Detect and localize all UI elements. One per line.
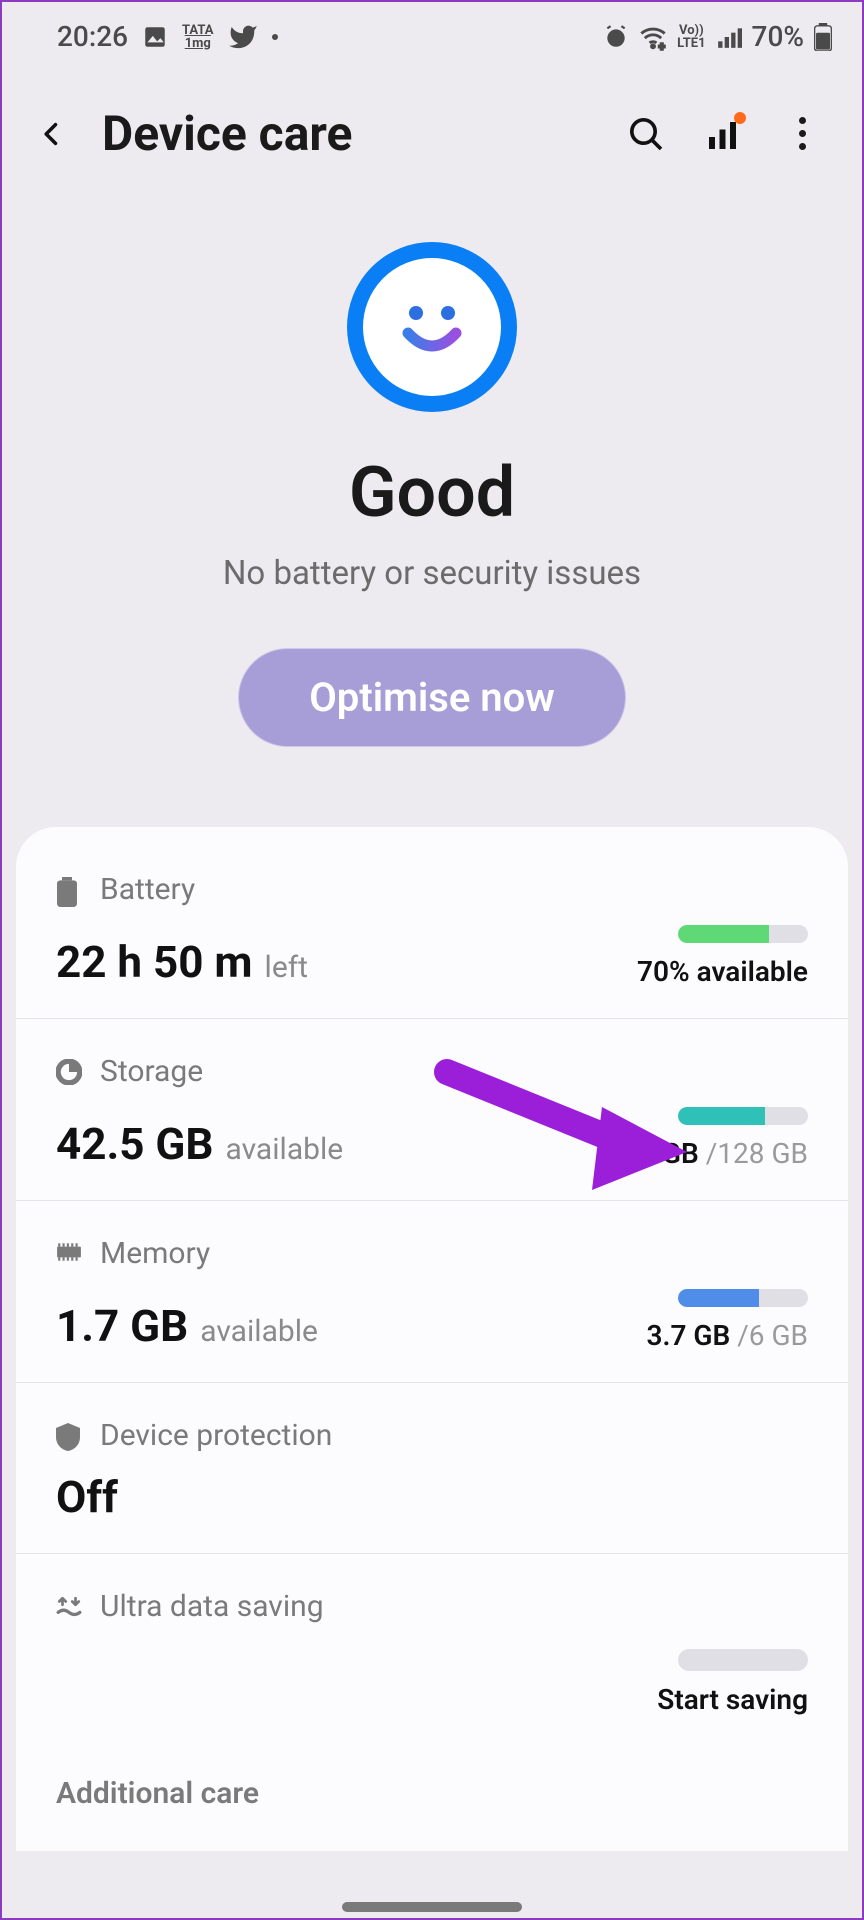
battery-meta: 70% available [637, 955, 808, 988]
storage-bar [678, 1107, 808, 1125]
signal-icon [716, 24, 742, 50]
shield-icon [56, 1423, 82, 1449]
battery-row[interactable]: Battery 22 h 50 m left 70% available [16, 837, 848, 1019]
tata-img-icon: TATA1mg [182, 24, 213, 50]
status-bar: 20:26 TATA1mg + Vo)) LTE1 70% [2, 2, 862, 65]
battery-row-icon [56, 877, 82, 903]
ultra-bar [678, 1649, 808, 1671]
optimise-now-button[interactable]: Optimise now [238, 648, 626, 747]
app-header: Device care [2, 65, 862, 182]
storage-suffix: available [226, 1132, 344, 1167]
battery-percent: 70% [752, 20, 804, 53]
battery-bar [678, 925, 808, 943]
wifi-icon: + [639, 23, 667, 51]
hero-section: Good No battery or security issues Optim… [2, 182, 862, 787]
memory-row[interactable]: Memory 1.7 GB available 3.7 GB /6 GB [16, 1201, 848, 1383]
storage-value: 42.5 GB [56, 1118, 214, 1170]
data-usage-button[interactable] [704, 114, 744, 154]
device-protection-row[interactable]: Device protection Off [16, 1383, 848, 1554]
memory-label: Memory [100, 1236, 210, 1271]
storage-meta: 85.5 GB /128 GB [599, 1137, 808, 1170]
svg-text:+: + [659, 39, 665, 50]
battery-value: 22 h 50 m [56, 936, 253, 988]
status-subtitle: No battery or security issues [42, 554, 822, 593]
status-face-icon [347, 242, 517, 412]
ultra-label: Ultra data saving [100, 1589, 324, 1624]
memory-suffix: available [200, 1314, 318, 1349]
memory-meta: 3.7 GB /6 GB [646, 1319, 808, 1352]
back-button[interactable] [32, 114, 72, 154]
protection-value: Off [56, 1471, 118, 1523]
status-time: 20:26 [57, 20, 128, 53]
more-options-button[interactable] [782, 114, 822, 154]
twitter-icon [228, 22, 258, 52]
ultra-data-saving-row[interactable]: Ultra data saving Start saving [16, 1554, 848, 1746]
page-title: Device care [102, 105, 596, 162]
data-saving-icon [56, 1594, 82, 1620]
storage-row[interactable]: Storage 42.5 GB available 85.5 GB /128 G… [16, 1019, 848, 1201]
protection-label: Device protection [100, 1418, 332, 1453]
memory-bar [678, 1289, 808, 1307]
battery-icon [814, 23, 832, 51]
more-notifications-dot [272, 34, 278, 40]
search-button[interactable] [626, 114, 666, 154]
memory-row-icon [56, 1241, 82, 1267]
storage-label: Storage [100, 1054, 203, 1089]
alarm-icon [603, 24, 629, 50]
additional-care-heading: Additional care [16, 1746, 848, 1811]
battery-label: Battery [100, 872, 195, 907]
notification-dot-icon [734, 112, 746, 124]
details-card: Battery 22 h 50 m left 70% available Sto… [16, 827, 848, 1851]
volte-icon: Vo)) LTE1 [677, 24, 705, 50]
storage-row-icon [56, 1059, 82, 1085]
battery-suffix: left [265, 950, 308, 985]
nav-indicator[interactable] [342, 1902, 522, 1912]
status-heading: Good [42, 452, 822, 534]
start-saving-label: Start saving [657, 1683, 808, 1716]
memory-value: 1.7 GB [56, 1300, 188, 1352]
picture-icon [142, 24, 168, 50]
